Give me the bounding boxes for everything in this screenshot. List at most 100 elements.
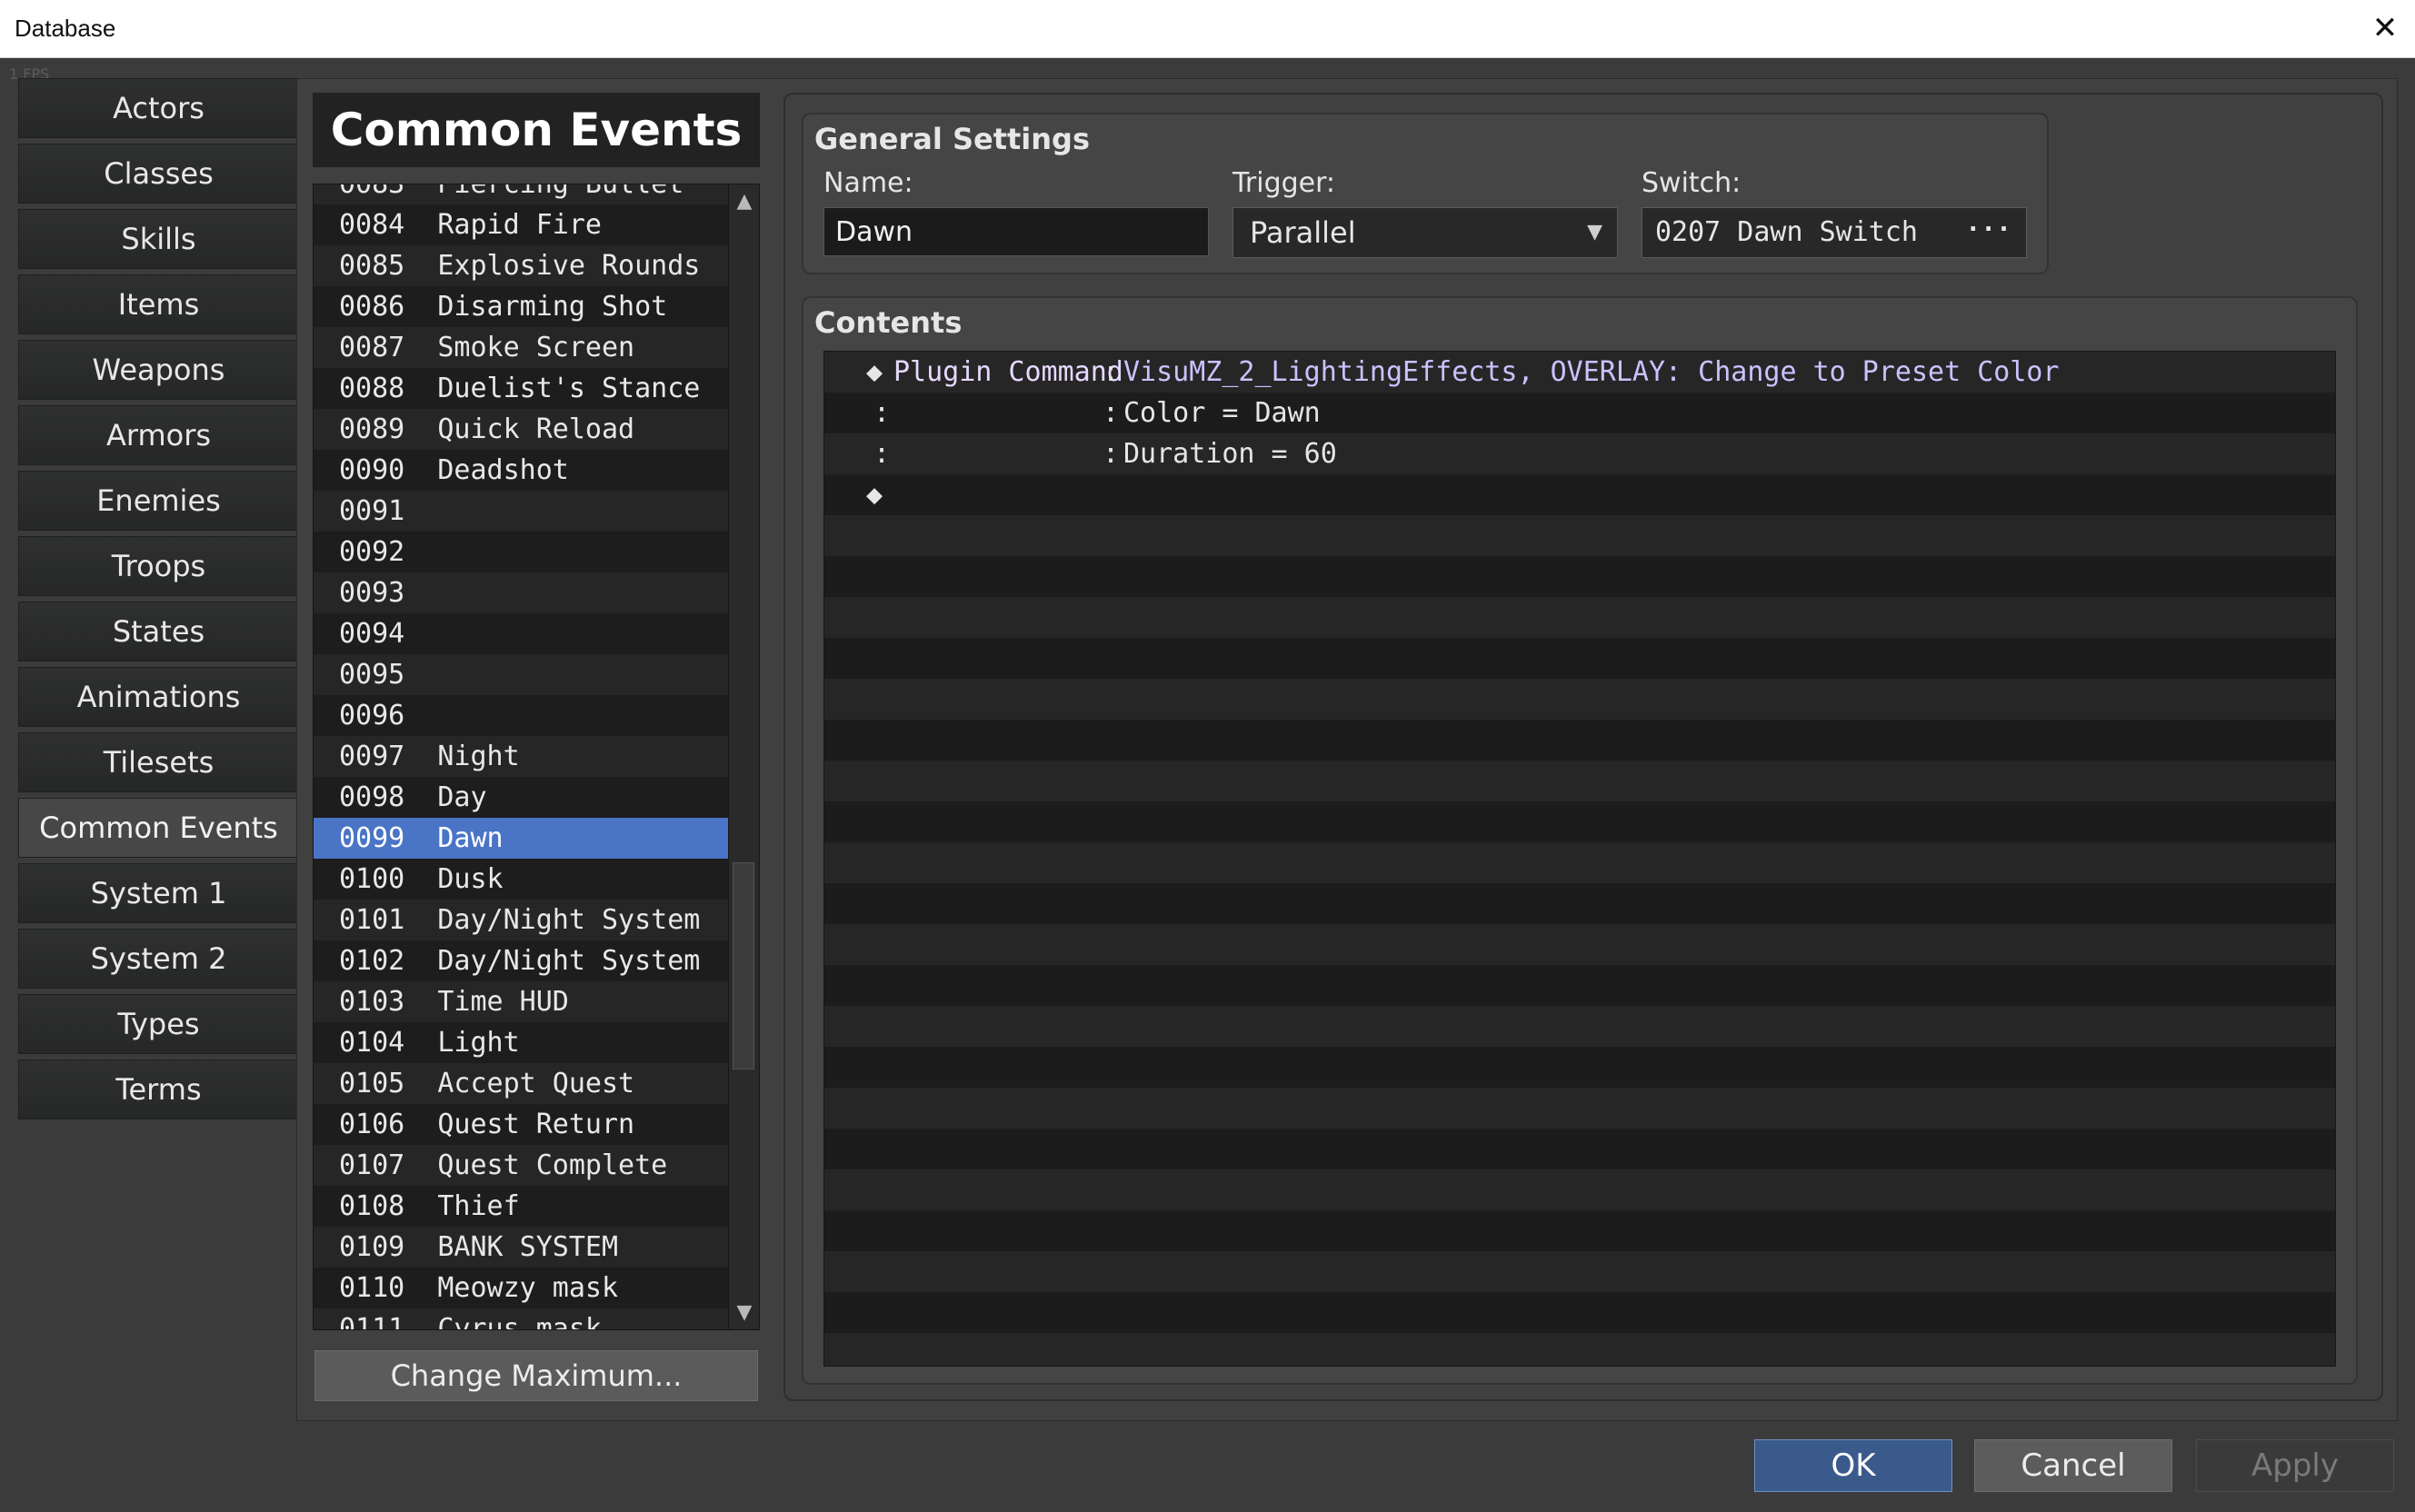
trigger-select[interactable]: Parallel ▼ xyxy=(1232,207,1618,258)
empty-command-row[interactable] xyxy=(824,924,2335,965)
empty-command-row[interactable] xyxy=(824,515,2335,556)
list-item[interactable]: 0085 Explosive Rounds xyxy=(314,245,728,286)
more-options-icon[interactable]: ··· xyxy=(1965,204,2011,254)
scroll-thumb[interactable] xyxy=(733,862,754,1069)
empty-command-row[interactable] xyxy=(824,679,2335,720)
empty-command-row[interactable] xyxy=(824,1210,2335,1251)
scroll-down-arrow-icon[interactable]: ▼ xyxy=(729,1301,759,1324)
list-item[interactable]: 0104 Light xyxy=(314,1022,728,1063)
list-item[interactable]: 0088 Duelist's Stance xyxy=(314,368,728,409)
diamond-icon: ◆ xyxy=(866,356,883,388)
empty-command-row[interactable] xyxy=(824,965,2335,1006)
command-row[interactable]: :: Duration = 60 xyxy=(824,433,2335,474)
list-item[interactable]: 0093 xyxy=(314,572,728,613)
tab-classes[interactable]: Classes xyxy=(18,144,298,204)
scroll-up-arrow-icon[interactable]: ▲ xyxy=(729,190,759,213)
empty-command-row[interactable] xyxy=(824,1006,2335,1047)
command-separator: : xyxy=(1103,397,1120,429)
empty-command-row[interactable] xyxy=(824,842,2335,883)
tab-system-2[interactable]: System 2 xyxy=(18,929,298,989)
empty-command-row[interactable] xyxy=(824,1169,2335,1210)
list-item[interactable]: 0084 Rapid Fire xyxy=(314,204,728,245)
switch-label: Switch: xyxy=(1642,167,1741,199)
tab-system-1[interactable]: System 1 xyxy=(18,863,298,923)
list-item[interactable]: 0086 Disarming Shot xyxy=(314,286,728,327)
empty-command-row[interactable] xyxy=(824,801,2335,842)
tab-actors[interactable]: Actors xyxy=(18,78,298,138)
list-item[interactable]: 0092 xyxy=(314,532,728,572)
tab-weapons[interactable]: Weapons xyxy=(18,340,298,400)
name-label: Name: xyxy=(823,167,913,199)
diamond-icon: ◆ xyxy=(866,479,883,511)
empty-command-row[interactable] xyxy=(824,720,2335,761)
list-item[interactable]: 0094 xyxy=(314,613,728,654)
list-item[interactable]: 0101 Day/Night System xyxy=(314,900,728,940)
event-commands-list[interactable]: ◆ Plugin Command: VisuMZ_2_LightingEffects… xyxy=(823,351,2336,1367)
list-item[interactable]: 0109 BANK SYSTEM xyxy=(314,1227,728,1268)
tab-troops[interactable]: Troops xyxy=(18,536,298,596)
list-item[interactable]: 0100 Dusk xyxy=(314,859,728,900)
empty-command-row[interactable] xyxy=(824,883,2335,924)
list-item[interactable]: 0105 Accept Quest xyxy=(314,1063,728,1104)
change-maximum-button[interactable]: Change Maximum... xyxy=(314,1350,758,1401)
cancel-button[interactable]: Cancel xyxy=(1974,1439,2172,1492)
command-parameter: Color = Dawn xyxy=(1123,397,1321,429)
tab-tilesets[interactable]: Tilesets xyxy=(18,732,298,792)
command-row[interactable]: ◆ xyxy=(824,474,2335,515)
switch-value: 0207 Dawn Switch xyxy=(1655,216,1918,248)
list-item[interactable]: 0111 Cyrus mask xyxy=(314,1308,728,1329)
list-item[interactable]: 0089 Quick Reload xyxy=(314,409,728,450)
empty-command-row[interactable] xyxy=(824,556,2335,597)
empty-command-row[interactable] xyxy=(824,1292,2335,1333)
database-tabs: Actors Classes Skills Items Weapons Armors Ene… xyxy=(18,78,298,1125)
ok-button[interactable]: OK xyxy=(1754,1439,1952,1492)
contents-title: Contents xyxy=(814,305,963,340)
apply-button[interactable]: Apply xyxy=(2196,1439,2394,1492)
list-item[interactable]: 0095 xyxy=(314,654,728,695)
list-item[interactable]: 0102 Day/Night System xyxy=(314,940,728,981)
tab-armors[interactable]: Armors xyxy=(18,405,298,465)
empty-command-row[interactable] xyxy=(824,1333,2335,1366)
list-item[interactable]: 0107 Quest Complete xyxy=(314,1145,728,1186)
tab-types[interactable]: Types xyxy=(18,994,298,1054)
list-item[interactable]: 0091 xyxy=(314,491,728,532)
empty-command-row[interactable] xyxy=(824,1088,2335,1129)
name-input[interactable] xyxy=(823,207,1209,256)
continuation-marker: : xyxy=(873,438,891,470)
list-item[interactable]: 0108 Thief xyxy=(314,1186,728,1227)
common-events-list[interactable]: 0083 Piercing Bullet 0084 Rapid Fire 0085 … xyxy=(313,184,760,1330)
list-item[interactable]: 0087 Smoke Screen xyxy=(314,327,728,368)
list-item[interactable]: 0096 xyxy=(314,695,728,736)
trigger-label: Trigger: xyxy=(1232,167,1336,199)
list-item[interactable]: 0106 Quest Return xyxy=(314,1104,728,1145)
continuation-marker: : xyxy=(873,397,891,429)
tab-items[interactable]: Items xyxy=(18,274,298,334)
tab-enemies[interactable]: Enemies xyxy=(18,471,298,531)
command-parameter: Duration = 60 xyxy=(1123,438,1337,470)
close-icon[interactable]: ✕ xyxy=(2360,4,2410,53)
tab-common-events[interactable]: Common Events xyxy=(18,798,298,858)
empty-command-row[interactable] xyxy=(824,1251,2335,1292)
empty-command-row[interactable] xyxy=(824,638,2335,679)
empty-command-row[interactable] xyxy=(824,1129,2335,1169)
list-item[interactable]: 0097 Night xyxy=(314,736,728,777)
tab-terms[interactable]: Terms xyxy=(18,1059,298,1119)
command-row[interactable]: ◆ Plugin Command: VisuMZ_2_LightingEffects… xyxy=(824,352,2335,393)
switch-select[interactable]: 0207 Dawn Switch ··· xyxy=(1642,207,2027,258)
list-item[interactable]: 0110 Meowzy mask xyxy=(314,1268,728,1308)
list-item[interactable]: 0090 Deadshot xyxy=(314,450,728,491)
command-row[interactable]: :: Color = Dawn xyxy=(824,393,2335,433)
tab-skills[interactable]: Skills xyxy=(18,209,298,269)
chevron-down-icon[interactable]: ▼ xyxy=(1587,208,1602,257)
list-item[interactable]: 0083 Piercing Bullet xyxy=(314,184,728,204)
empty-command-row[interactable] xyxy=(824,761,2335,801)
empty-command-row[interactable] xyxy=(824,1047,2335,1088)
window-title: Database xyxy=(15,15,116,42)
list-item[interactable]: 0099 Dawn xyxy=(314,818,728,859)
empty-command-row[interactable] xyxy=(824,597,2335,638)
tab-animations[interactable]: Animations xyxy=(18,667,298,727)
list-scrollbar[interactable]: ▲ ▼ xyxy=(728,184,759,1329)
tab-states[interactable]: States xyxy=(18,602,298,662)
list-item[interactable]: 0098 Day xyxy=(314,777,728,818)
list-item[interactable]: 0103 Time HUD xyxy=(314,981,728,1022)
